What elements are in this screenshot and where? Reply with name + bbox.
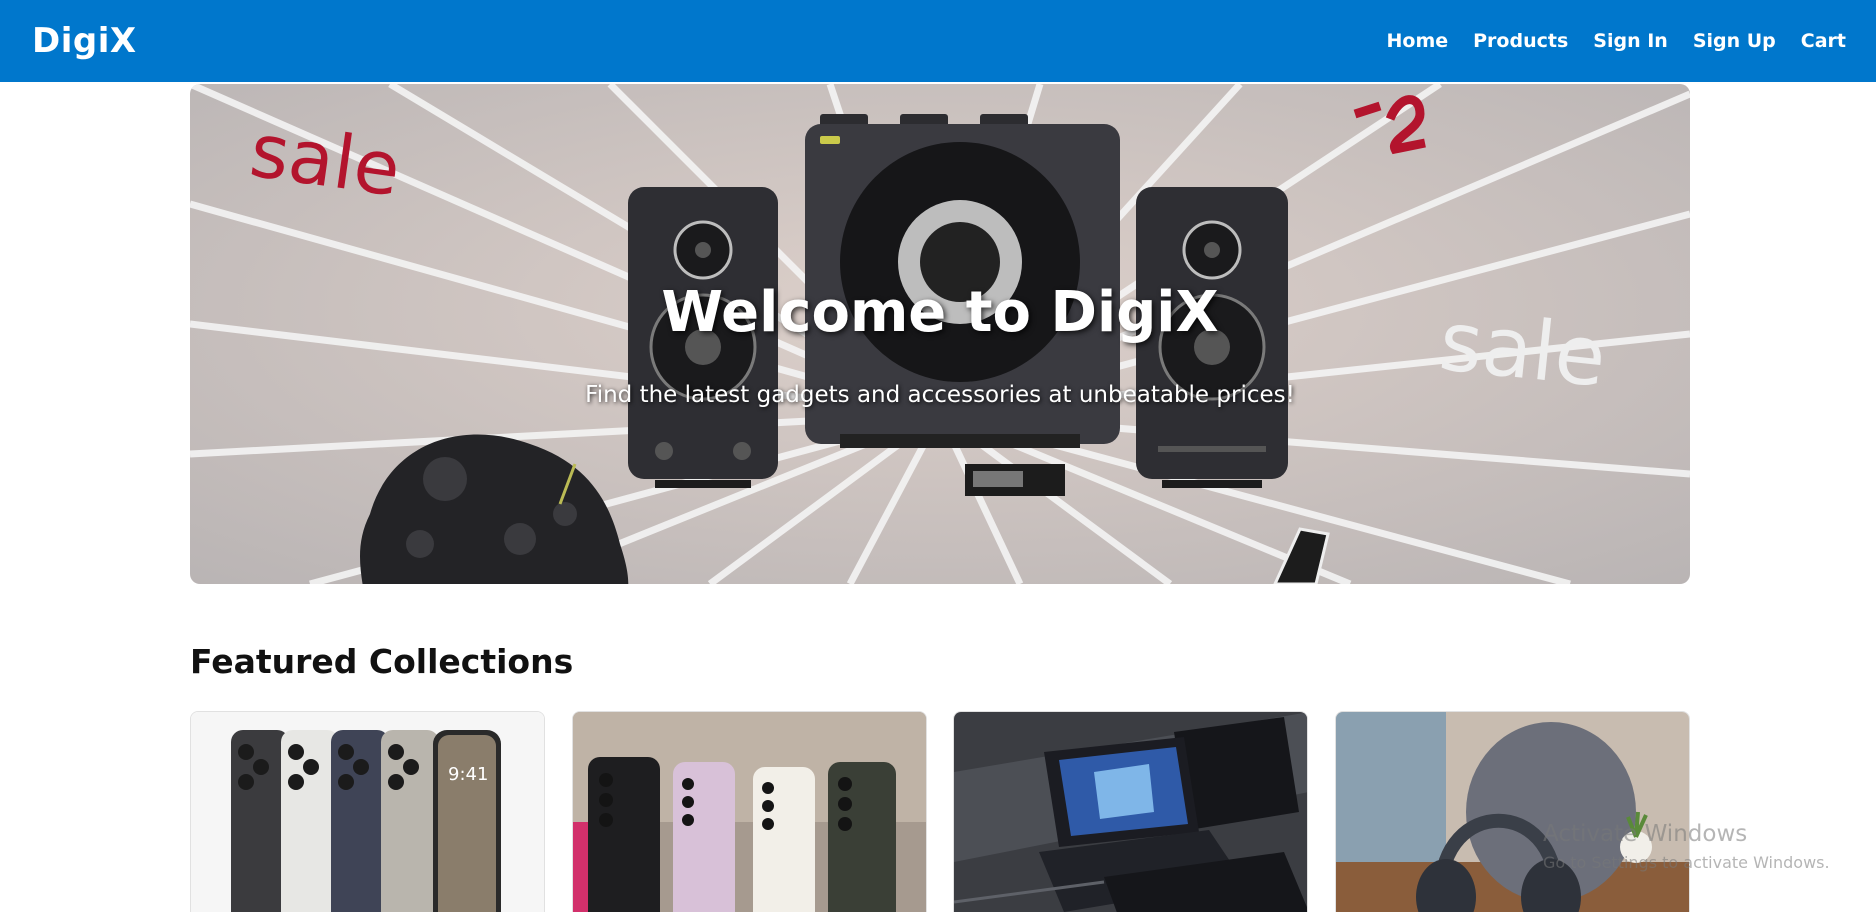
iphone-lineup-image: 9:41 — [191, 712, 544, 912]
hero-title: Welcome to DigiX — [661, 280, 1219, 345]
watermark-subtitle: Go to Settings to activate Windows. — [1543, 853, 1830, 872]
navbar: DigiX Home Products Sign In Sign Up Cart — [0, 0, 1876, 82]
galaxy-phones-image — [573, 712, 926, 912]
nav-link-products[interactable]: Products — [1473, 30, 1568, 52]
brand-logo[interactable]: DigiX — [32, 21, 137, 61]
hero-banner: sale sale Welcome to DigiX Find the late… — [190, 84, 1690, 584]
nav-links: Home Products Sign In Sign Up Cart — [1361, 30, 1846, 52]
nav-link-home[interactable]: Home — [1386, 30, 1448, 52]
hero-text: Welcome to DigiX Find the latest gadgets… — [190, 84, 1690, 584]
headphones-image — [1336, 712, 1689, 912]
nav-link-cart[interactable]: Cart — [1801, 30, 1846, 52]
collection-card-galaxy-phones[interactable] — [572, 711, 927, 912]
featured-collections-title: Featured Collections — [190, 642, 574, 681]
collection-card-gaming-laptops[interactable] — [953, 711, 1308, 912]
nav-link-sign-in[interactable]: Sign In — [1593, 30, 1668, 52]
featured-collections: 9:41 — [190, 711, 1690, 912]
collection-card-headphones[interactable] — [1335, 711, 1690, 912]
collection-card-iphones[interactable]: 9:41 — [190, 711, 545, 912]
activate-windows-watermark: Activate Windows Go to Settings to activ… — [1543, 821, 1830, 872]
watermark-title: Activate Windows — [1543, 821, 1748, 847]
gaming-laptops-image — [954, 712, 1307, 912]
hero-subtitle: Find the latest gadgets and accessories … — [585, 382, 1295, 408]
nav-link-sign-up[interactable]: Sign Up — [1693, 30, 1776, 52]
iphone-screen-time: 9:41 — [448, 764, 488, 785]
